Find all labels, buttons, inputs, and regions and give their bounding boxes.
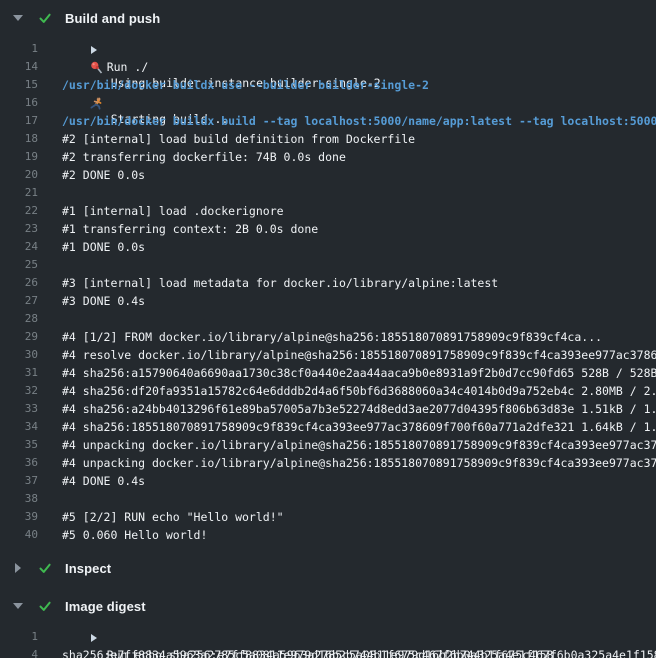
- section-log-lines: 1 Run echo sha256:e7ff8834a5963a2785c5a0…: [0, 628, 656, 658]
- log-line[interactable]: 39 #5 [2/2] RUN echo "Hello world!": [0, 508, 656, 526]
- line-number[interactable]: 36: [0, 454, 38, 472]
- line-content: #4 unpacking docker.io/library/alpine@sh…: [62, 454, 656, 472]
- line-content: #5 [2/2] RUN echo "Hello world!": [62, 508, 656, 526]
- log-line[interactable]: 36 #4 unpacking docker.io/library/alpine…: [0, 454, 656, 472]
- workflow-log-viewer: Build and push 1 Run ./ 14 Using builder…: [0, 0, 656, 658]
- section-header[interactable]: Inspect: [0, 558, 656, 578]
- line-content: #2 transferring dockerfile: 74B 0.0s don…: [62, 148, 656, 166]
- line-content: #4 resolve docker.io/library/alpine@sha2…: [62, 346, 656, 364]
- line-number[interactable]: 37: [0, 472, 38, 490]
- log-line[interactable]: 16 Starting build...: [0, 94, 656, 112]
- log-line[interactable]: 40 #5 0.060 Hello world!: [0, 526, 656, 544]
- line-number[interactable]: 27: [0, 292, 38, 310]
- line-content: #4 sha256:df20fa9351a15782c64e6dddb2d4a6…: [62, 382, 656, 400]
- line-content: #4 sha256:a15790640a6690aa1730c38cf0a440…: [62, 364, 656, 382]
- log-line[interactable]: 28: [0, 310, 656, 328]
- check-success-icon: [38, 11, 52, 25]
- line-number[interactable]: 28: [0, 310, 38, 328]
- line-content: #4 unpacking docker.io/library/alpine@sh…: [62, 436, 656, 454]
- log-line[interactable]: 24 #1 DONE 0.0s: [0, 238, 656, 256]
- line-number[interactable]: 40: [0, 526, 38, 544]
- log-section: Image digest 1 Run echo sha256:e7ff8834a…: [0, 596, 656, 658]
- log-line[interactable]: 37 #4 DONE 0.4s: [0, 472, 656, 490]
- log-line[interactable]: 34 #4 sha256:185518070891758909c9f839cf4…: [0, 418, 656, 436]
- line-number[interactable]: 39: [0, 508, 38, 526]
- line-content: #5 0.060 Hello world!: [62, 526, 656, 544]
- line-content: #3 [internal] load metadata for docker.i…: [62, 274, 656, 292]
- line-number[interactable]: 34: [0, 418, 38, 436]
- line-number[interactable]: 29: [0, 328, 38, 346]
- line-number[interactable]: 1: [0, 628, 38, 646]
- line-content: #2 DONE 0.0s: [62, 166, 656, 184]
- line-number[interactable]: 1: [0, 40, 38, 58]
- line-number[interactable]: 35: [0, 436, 38, 454]
- line-content: #4 sha256:a24bb4013296f61e89ba57005a7b3e…: [62, 400, 656, 418]
- line-number[interactable]: 14: [0, 58, 38, 76]
- log-line[interactable]: 32 #4 sha256:df20fa9351a15782c64e6dddb2d…: [0, 382, 656, 400]
- log-section: Inspect: [0, 558, 656, 578]
- log-line[interactable]: 29 #4 [1/2] FROM docker.io/library/alpin…: [0, 328, 656, 346]
- line-number[interactable]: 32: [0, 382, 38, 400]
- log-line[interactable]: 21: [0, 184, 656, 202]
- line-number[interactable]: 15: [0, 76, 38, 94]
- log-line[interactable]: 26 #3 [internal] load metadata for docke…: [0, 274, 656, 292]
- log-line[interactable]: 4 sha256:e7ff8834a5963a2785c5a0811e979d1…: [0, 646, 656, 658]
- section-title: Inspect: [65, 561, 111, 576]
- log-line[interactable]: 35 #4 unpacking docker.io/library/alpine…: [0, 436, 656, 454]
- log-line[interactable]: 23 #1 transferring context: 2B 0.0s done: [0, 220, 656, 238]
- line-number[interactable]: 16: [0, 94, 38, 112]
- log-line[interactable]: 19 #2 transferring dockerfile: 74B 0.0s …: [0, 148, 656, 166]
- log-line[interactable]: 1 Run echo sha256:e7ff8834a5963a2785c5a0…: [0, 628, 656, 646]
- line-number[interactable]: 30: [0, 346, 38, 364]
- line-number[interactable]: 25: [0, 256, 38, 274]
- log-line[interactable]: 33 #4 sha256:a24bb4013296f61e89ba57005a7…: [0, 400, 656, 418]
- log-line[interactable]: 22 #1 [internal] load .dockerignore: [0, 202, 656, 220]
- line-content: #1 [internal] load .dockerignore: [62, 202, 656, 220]
- line-content: #4 DONE 0.4s: [62, 472, 656, 490]
- line-number[interactable]: 19: [0, 148, 38, 166]
- log-line[interactable]: 14 Using builder instance builder-single…: [0, 58, 656, 76]
- line-content: /usr/bin/docker buildx build --tag local…: [62, 112, 656, 130]
- line-content: #1 transferring context: 2B 0.0s done: [62, 220, 656, 238]
- line-number[interactable]: 31: [0, 364, 38, 382]
- check-success-icon: [38, 561, 52, 575]
- log-line[interactable]: 38: [0, 490, 656, 508]
- line-content: #2 [internal] load build definition from…: [62, 130, 656, 148]
- line-number[interactable]: 4: [0, 646, 38, 658]
- chevron-down-icon[interactable]: [12, 601, 23, 612]
- log-line[interactable]: 25: [0, 256, 656, 274]
- line-content: #3 DONE 0.4s: [62, 292, 656, 310]
- line-number[interactable]: 18: [0, 130, 38, 148]
- log-line[interactable]: 20 #2 DONE 0.0s: [0, 166, 656, 184]
- section-log-lines: 1 Run ./ 14 Using builder instance build…: [0, 40, 656, 544]
- log-section: Build and push 1 Run ./ 14 Using builder…: [0, 8, 656, 544]
- log-line[interactable]: 27 #3 DONE 0.4s: [0, 292, 656, 310]
- log-line[interactable]: 17 /usr/bin/docker buildx build --tag lo…: [0, 112, 656, 130]
- line-number[interactable]: 17: [0, 112, 38, 130]
- line-number[interactable]: 22: [0, 202, 38, 220]
- line-number[interactable]: 23: [0, 220, 38, 238]
- line-content: #1 DONE 0.0s: [62, 238, 656, 256]
- log-line[interactable]: 31 #4 sha256:a15790640a6690aa1730c38cf0a…: [0, 364, 656, 382]
- check-success-icon: [38, 599, 52, 613]
- line-number[interactable]: 38: [0, 490, 38, 508]
- log-line[interactable]: 30 #4 resolve docker.io/library/alpine@s…: [0, 346, 656, 364]
- line-content: sha256:e7ff8834a5963a2785c5a0811e979d16b…: [62, 646, 656, 658]
- chevron-down-icon[interactable]: [12, 13, 23, 24]
- line-number[interactable]: 20: [0, 166, 38, 184]
- line-number[interactable]: 21: [0, 184, 38, 202]
- log-line[interactable]: 18 #2 [internal] load build definition f…: [0, 130, 656, 148]
- line-content: #4 [1/2] FROM docker.io/library/alpine@s…: [62, 328, 656, 346]
- line-number[interactable]: 26: [0, 274, 38, 292]
- line-number[interactable]: 33: [0, 400, 38, 418]
- chevron-right-icon[interactable]: [12, 563, 23, 574]
- line-number[interactable]: 24: [0, 238, 38, 256]
- line-content: #4 sha256:185518070891758909c9f839cf4ca3…: [62, 418, 656, 436]
